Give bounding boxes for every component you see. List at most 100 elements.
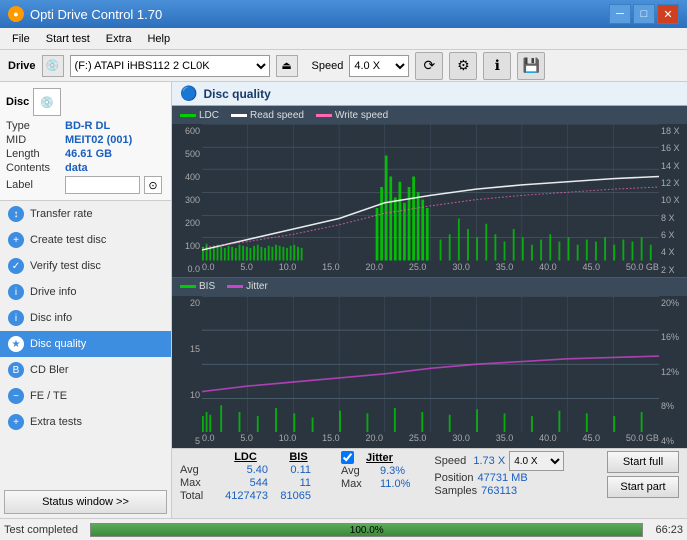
- sidebar: Disc 💿 Type BD-R DL MID MEIT02 (001) Len…: [0, 82, 172, 518]
- sidebar-item-drive-info[interactable]: i Drive info: [0, 279, 171, 305]
- bottom-y-axis-right: 20%16%12%8%4%: [659, 296, 687, 449]
- label-icon[interactable]: ⊙: [144, 176, 162, 194]
- eject-icon[interactable]: ⏏: [276, 55, 298, 77]
- disc-quality-icon: ★: [8, 336, 24, 352]
- jitter-avg-val: 9.3%: [380, 465, 405, 477]
- title-bar: ● Opti Drive Control 1.70 ─ □ ✕: [0, 0, 687, 28]
- type-val: BD-R DL: [65, 120, 110, 132]
- sidebar-item-fe-te[interactable]: ~ FE / TE: [0, 383, 171, 409]
- create-test-label: Create test disc: [30, 234, 106, 246]
- verify-test-icon: ✓: [8, 258, 24, 274]
- bottom-chart: BIS Jitter 2015105 20%16%12%8%4%: [172, 278, 687, 449]
- top-y-axis-right: 18 X16 X14 X12 X10 X8 X6 X4 X2 X: [659, 124, 687, 277]
- close-button[interactable]: ✕: [657, 4, 679, 24]
- save-icon[interactable]: 💾: [517, 52, 545, 80]
- jitter-stats: Jitter Avg 9.3% Max 11.0%: [341, 451, 410, 490]
- disc-header: Disc: [6, 96, 29, 108]
- position-val: 47731 MB: [478, 472, 528, 484]
- label-key: Label: [6, 179, 61, 191]
- bottom-chart-svg: [202, 296, 659, 433]
- read-speed-legend: Read speed: [231, 110, 304, 121]
- stats-bar: LDC BIS Avg 5.40 0.11 Max 544 11 Total 4…: [172, 448, 687, 518]
- speed-select-stats[interactable]: 4.0 X: [509, 451, 564, 471]
- sidebar-item-extra-tests[interactable]: + Extra tests: [0, 409, 171, 435]
- status-window-button[interactable]: Status window >>: [4, 490, 167, 514]
- maximize-button[interactable]: □: [633, 4, 655, 24]
- avg-label: Avg: [180, 464, 215, 476]
- disc-info-label: Disc info: [30, 312, 72, 324]
- charts-wrapper: LDC Read speed Write speed: [172, 106, 687, 448]
- bis-label: BIS: [199, 281, 215, 292]
- extra-tests-icon: +: [8, 414, 24, 430]
- sidebar-item-cd-bler[interactable]: B CD Bler: [0, 357, 171, 383]
- menu-file[interactable]: File: [4, 31, 38, 47]
- info-icon[interactable]: ℹ: [483, 52, 511, 80]
- avg-bis: 0.11: [276, 464, 311, 476]
- transfer-rate-label: Transfer rate: [30, 208, 93, 220]
- contents-key: Contents: [6, 162, 61, 174]
- bis-col-header: BIS: [276, 451, 321, 463]
- settings-icon[interactable]: ⚙: [449, 52, 477, 80]
- sidebar-item-disc-quality[interactable]: ★ Disc quality: [0, 331, 171, 357]
- action-buttons: Start full Start part: [607, 451, 679, 498]
- status-bar: Test completed 100.0% 66:23: [0, 518, 687, 540]
- write-speed-label: Write speed: [335, 110, 388, 121]
- drive-label: Drive: [8, 60, 36, 72]
- ldc-label: LDC: [199, 110, 219, 121]
- start-full-button[interactable]: Start full: [607, 451, 679, 473]
- disc-quality-header: 🔵 Disc quality: [172, 82, 687, 106]
- disc-quality-header-icon: 🔵: [180, 85, 197, 102]
- bottom-chart-inner: [202, 296, 659, 433]
- jitter-max-label: Max: [341, 478, 376, 490]
- max-label: Max: [180, 477, 215, 489]
- type-key: Type: [6, 120, 61, 132]
- top-y-axis-left: 6005004003002001000.0: [172, 124, 202, 277]
- read-speed-label: Read speed: [250, 110, 304, 121]
- drive-select[interactable]: (F:) ATAPI iHBS112 2 CL0K: [70, 55, 270, 77]
- length-key: Length: [6, 148, 61, 160]
- start-part-button[interactable]: Start part: [607, 476, 679, 498]
- menu-start-test[interactable]: Start test: [38, 31, 98, 47]
- minimize-button[interactable]: ─: [609, 4, 631, 24]
- sidebar-item-transfer-rate[interactable]: ↕ Transfer rate: [0, 201, 171, 227]
- drive-info-icon: i: [8, 284, 24, 300]
- ldc-bis-stats: LDC BIS Avg 5.40 0.11 Max 544 11 Total 4…: [180, 451, 321, 502]
- label-input[interactable]: [65, 176, 140, 194]
- speed-label: Speed: [312, 60, 344, 72]
- disc-quality-title: Disc quality: [203, 87, 270, 101]
- sidebar-item-create-test-disc[interactable]: + Create test disc: [0, 227, 171, 253]
- disc-icon[interactable]: 💿: [33, 88, 61, 116]
- menu-bar: File Start test Extra Help: [0, 28, 687, 50]
- sidebar-item-disc-info[interactable]: i Disc info: [0, 305, 171, 331]
- window-controls: ─ □ ✕: [609, 4, 679, 24]
- speed-select[interactable]: 4.0 X: [349, 55, 409, 77]
- verify-test-label: Verify test disc: [30, 260, 101, 272]
- jitter-checkbox[interactable]: [341, 451, 354, 464]
- progress-container: 100.0%: [90, 523, 643, 537]
- length-val: 46.61 GB: [65, 148, 112, 160]
- refresh-icon[interactable]: ⟳: [415, 52, 443, 80]
- top-chart-svg: [202, 124, 659, 261]
- transfer-rate-icon: ↕: [8, 206, 24, 222]
- speed-pos-stats: Speed 1.73 X 4.0 X Position 47731 MB Sam…: [434, 451, 564, 497]
- disc-info-panel: Disc 💿 Type BD-R DL MID MEIT02 (001) Len…: [0, 82, 171, 201]
- write-speed-legend: Write speed: [316, 110, 388, 121]
- drive-icon[interactable]: 💿: [42, 55, 64, 77]
- bis-legend: BIS: [180, 281, 215, 292]
- app-title: Opti Drive Control 1.70: [30, 7, 162, 22]
- sidebar-nav: ↕ Transfer rate + Create test disc ✓ Ver…: [0, 201, 171, 486]
- max-ldc: 544: [223, 477, 268, 489]
- jitter-color: [227, 285, 243, 288]
- menu-extra[interactable]: Extra: [98, 31, 140, 47]
- menu-help[interactable]: Help: [139, 31, 178, 47]
- create-test-icon: +: [8, 232, 24, 248]
- content-area: 🔵 Disc quality LDC Read speed: [172, 82, 687, 518]
- sidebar-item-verify-test-disc[interactable]: ✓ Verify test disc: [0, 253, 171, 279]
- status-text: Test completed: [4, 524, 86, 536]
- top-x-axis: 0.05.010.015.020.025.030.035.040.045.050…: [202, 261, 659, 277]
- samples-label: Samples: [434, 485, 477, 497]
- max-bis: 11: [276, 477, 311, 489]
- extra-tests-label: Extra tests: [30, 416, 82, 428]
- top-chart-inner: [202, 124, 659, 261]
- read-speed-color: [231, 114, 247, 117]
